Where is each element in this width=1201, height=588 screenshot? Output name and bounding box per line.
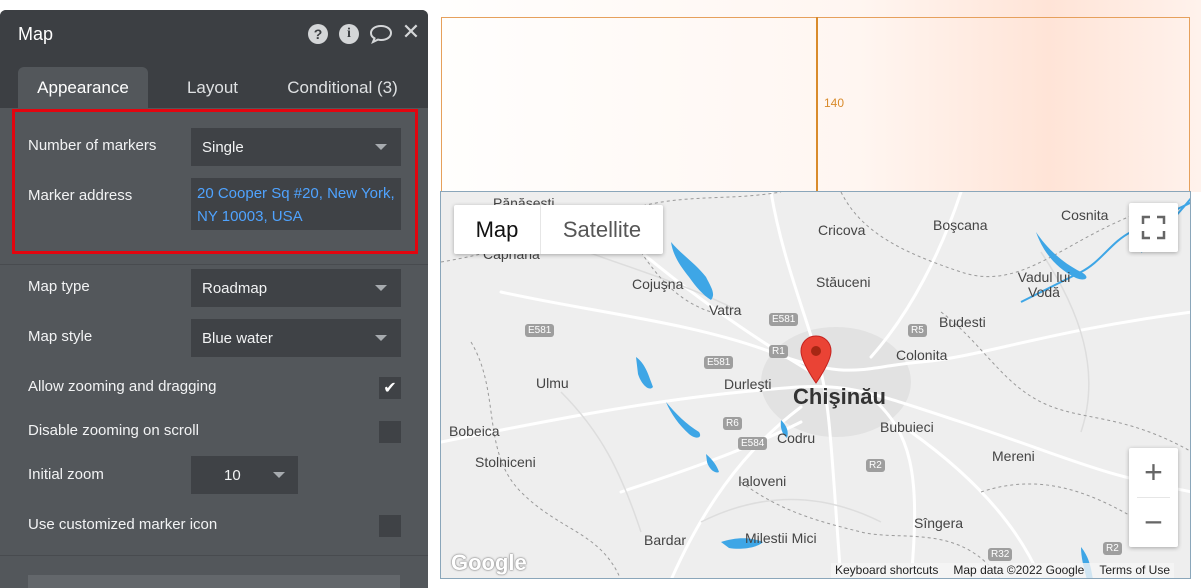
map-label-boscana: Boşcana: [933, 217, 988, 233]
panel-header: Map ? i ✕: [0, 10, 428, 58]
marker-address-field[interactable]: 20 Cooper Sq #20, New York, NY 10003, US…: [191, 178, 401, 230]
collapsed-section[interactable]: [28, 575, 400, 588]
map-type-label: Map type: [28, 278, 90, 295]
map-label-cojusna: Cojuşna: [632, 276, 684, 292]
number-of-markers-value: Single: [202, 138, 244, 156]
number-of-markers-label: Number of markers: [28, 137, 157, 154]
number-of-markers-dropdown[interactable]: Single: [191, 128, 401, 166]
map-type-dropdown[interactable]: Roadmap: [191, 269, 401, 307]
map-type-map-button[interactable]: Map: [454, 205, 541, 254]
divider: [0, 555, 428, 556]
map-style-value: Blue water: [202, 329, 273, 347]
map-style-label: Map style: [28, 328, 93, 345]
close-icon[interactable]: ✕: [401, 19, 421, 44]
map-attribution: Keyboard shortcuts Map data ©2022 Google…: [831, 563, 1175, 578]
divider: [0, 264, 428, 265]
map-type-control: Map Satellite: [454, 205, 663, 254]
map-label-cosnita: Cosnita: [1061, 207, 1109, 223]
plus-icon: +: [1144, 454, 1163, 490]
map-label-bubuieci: Bubuieci: [880, 419, 934, 435]
road-shield: R6: [723, 417, 742, 430]
tab-appearance[interactable]: Appearance: [18, 67, 148, 108]
zoom-in-button[interactable]: +: [1129, 448, 1178, 497]
map-element[interactable]: Pănăşeşti Cricova Boşcana Cosnita Căpria…: [440, 191, 1191, 579]
map-label-cricova: Cricova: [818, 222, 866, 238]
comment-icon[interactable]: [369, 24, 393, 44]
map-label-colonita: Colonita: [896, 347, 948, 363]
initial-zoom-dropdown[interactable]: 10: [191, 456, 298, 494]
map-marker-icon[interactable]: [799, 335, 833, 385]
map-label-bobeica: Bobeica: [449, 423, 500, 439]
minus-icon: −: [1144, 504, 1163, 540]
map-data-text: Map data ©2022 Google: [953, 563, 1085, 577]
help-icon[interactable]: ?: [308, 24, 328, 44]
map-label-durlesti: Durleşti: [724, 376, 772, 392]
map-label-vatra: Vatra: [709, 302, 742, 318]
road-shield: E581: [769, 313, 799, 326]
map-label-ialoveni: Ialoveni: [738, 473, 787, 489]
map-label-mereni: Mereni: [992, 448, 1035, 464]
map-label-vadul-lui-voda: Vadul lui Vodă: [1017, 269, 1071, 300]
chevron-down-icon: [375, 144, 387, 150]
marker-address-label: Marker address: [28, 187, 133, 204]
road-shield: E581: [525, 324, 555, 337]
map-type-value: Roadmap: [202, 279, 268, 297]
map-label-codru: Codru: [777, 430, 816, 446]
road-shield: R5: [908, 324, 927, 337]
custom-marker-label: Use customized marker icon: [28, 516, 218, 533]
map-label-bardar: Bardar: [644, 532, 687, 548]
panel-title: Map: [18, 24, 54, 44]
custom-marker-checkbox[interactable]: [379, 515, 401, 537]
map-label-milestii-mici: Milestii Mici: [745, 530, 817, 546]
chevron-down-icon: [375, 285, 387, 291]
info-icon[interactable]: i: [339, 24, 359, 44]
tab-conditional[interactable]: Conditional (3): [280, 67, 405, 108]
road-shield: R2: [1103, 542, 1122, 555]
keyboard-shortcuts-link[interactable]: Keyboard shortcuts: [835, 563, 938, 578]
distance-label: 140: [824, 96, 845, 110]
tab-layout[interactable]: Layout: [170, 67, 255, 108]
map-label-budesti: Budesti: [939, 314, 986, 330]
map-label-stauceni: Stăuceni: [816, 274, 871, 290]
disable-scroll-zoom-label: Disable zooming on scroll: [28, 422, 199, 439]
tab-bar: Appearance Layout Conditional (3): [0, 58, 428, 108]
distance-guide-line: [816, 17, 818, 192]
map-label-chisinau: Chişinău: [793, 384, 886, 409]
map-label-stolniceni: Stolniceni: [475, 454, 536, 470]
road-shield: R32: [988, 548, 1013, 561]
map-label-singera: Sîngera: [914, 515, 964, 531]
road-shield: E581: [704, 356, 734, 369]
map-label-ulmu: Ulmu: [536, 375, 569, 391]
map-type-satellite-button[interactable]: Satellite: [541, 205, 663, 254]
initial-zoom-value: 10: [224, 466, 241, 484]
disable-scroll-zoom-checkbox[interactable]: [379, 421, 401, 443]
property-editor-panel: Map ? i ✕ Appearance Layout Conditional …: [0, 10, 428, 588]
road-shield: R1: [769, 345, 788, 358]
zoom-control: + −: [1129, 448, 1178, 547]
initial-zoom-label: Initial zoom: [28, 466, 104, 483]
chevron-down-icon: [375, 335, 387, 341]
allow-zoom-checkbox[interactable]: ✔: [379, 377, 401, 399]
allow-zoom-label: Allow zooming and dragging: [28, 378, 217, 395]
map-style-dropdown[interactable]: Blue water: [191, 319, 401, 357]
fullscreen-button[interactable]: [1129, 203, 1178, 252]
checkmark-icon: ✔: [383, 380, 397, 397]
chevron-down-icon: [273, 472, 285, 478]
road-shield: R2: [866, 459, 885, 472]
terms-of-use-link[interactable]: Terms of Use: [1099, 563, 1170, 578]
google-logo: Google: [451, 550, 527, 575]
road-shield: E584: [738, 437, 768, 450]
fullscreen-icon: [1141, 215, 1166, 240]
zoom-out-button[interactable]: −: [1129, 498, 1178, 547]
